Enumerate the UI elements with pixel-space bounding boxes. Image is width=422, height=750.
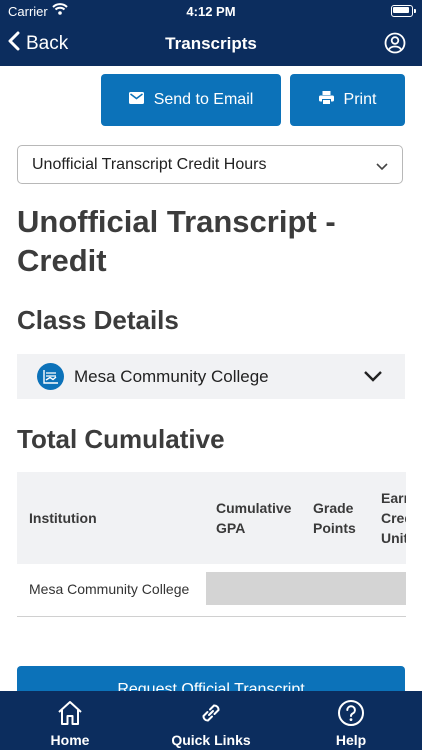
page-header-title: Transcripts — [165, 34, 257, 53]
table-cell-institution: Mesa Community College — [29, 581, 190, 597]
page-title: Unofficial Transcript - Credit — [17, 204, 336, 278]
help-icon — [337, 699, 365, 732]
chevron-down-icon — [376, 158, 388, 176]
print-label: Print — [343, 91, 377, 108]
tab-quick-links-label: Quick Links — [171, 732, 251, 748]
column-header-grade-points: Grade Points — [313, 500, 356, 536]
home-icon — [56, 699, 84, 732]
link-icon — [197, 699, 225, 732]
profile-button[interactable] — [384, 32, 406, 59]
column-header-earned-credit-units: Earned Credit Units — [381, 490, 406, 546]
envelope-icon — [128, 91, 144, 109]
column-header-cumulative-gpa: Cumulative GPA — [216, 500, 292, 536]
transcript-type-value: Unofficial Transcript Credit Hours — [32, 155, 267, 173]
tab-help[interactable]: Help — [291, 691, 411, 750]
top-bar: Carrier 4:12 PM Back Transcripts — [0, 0, 422, 66]
tab-bar: Home Quick Links Help — [0, 691, 422, 750]
cumulative-table[interactable]: Institution Cumulative GPA Grade Points … — [17, 472, 406, 618]
battery-icon — [391, 5, 416, 17]
row-divider — [17, 616, 406, 617]
status-bar: Carrier 4:12 PM — [0, 0, 422, 22]
institution-accordion[interactable]: Mesa Community College — [17, 354, 405, 399]
tab-quick-links[interactable]: Quick Links — [151, 691, 271, 750]
tab-home-label: Home — [50, 732, 90, 748]
clock: 4:12 PM — [186, 4, 236, 19]
send-to-email-label: Send to Email — [153, 91, 254, 108]
print-button[interactable]: Print — [290, 74, 405, 126]
send-to-email-button[interactable]: Send to Email — [101, 74, 281, 126]
transcript-type-select[interactable]: Unofficial Transcript Credit Hours — [17, 145, 403, 184]
chevron-down-icon — [363, 369, 383, 387]
table-header: Institution Cumulative GPA Grade Points … — [17, 472, 406, 564]
user-circle-icon — [384, 32, 406, 58]
institution-name: Mesa Community College — [74, 367, 269, 386]
class-details-heading: Class Details — [17, 305, 179, 335]
tab-help-label: Help — [335, 732, 367, 748]
table-cell-values-placeholder — [206, 572, 406, 605]
nav-bar: Back Transcripts — [0, 22, 422, 66]
tab-home[interactable]: Home — [10, 691, 130, 750]
printer-icon — [318, 90, 334, 110]
total-cumulative-heading: Total Cumulative — [17, 424, 225, 454]
column-header-institution: Institution — [29, 510, 97, 526]
institution-icon — [37, 363, 64, 390]
